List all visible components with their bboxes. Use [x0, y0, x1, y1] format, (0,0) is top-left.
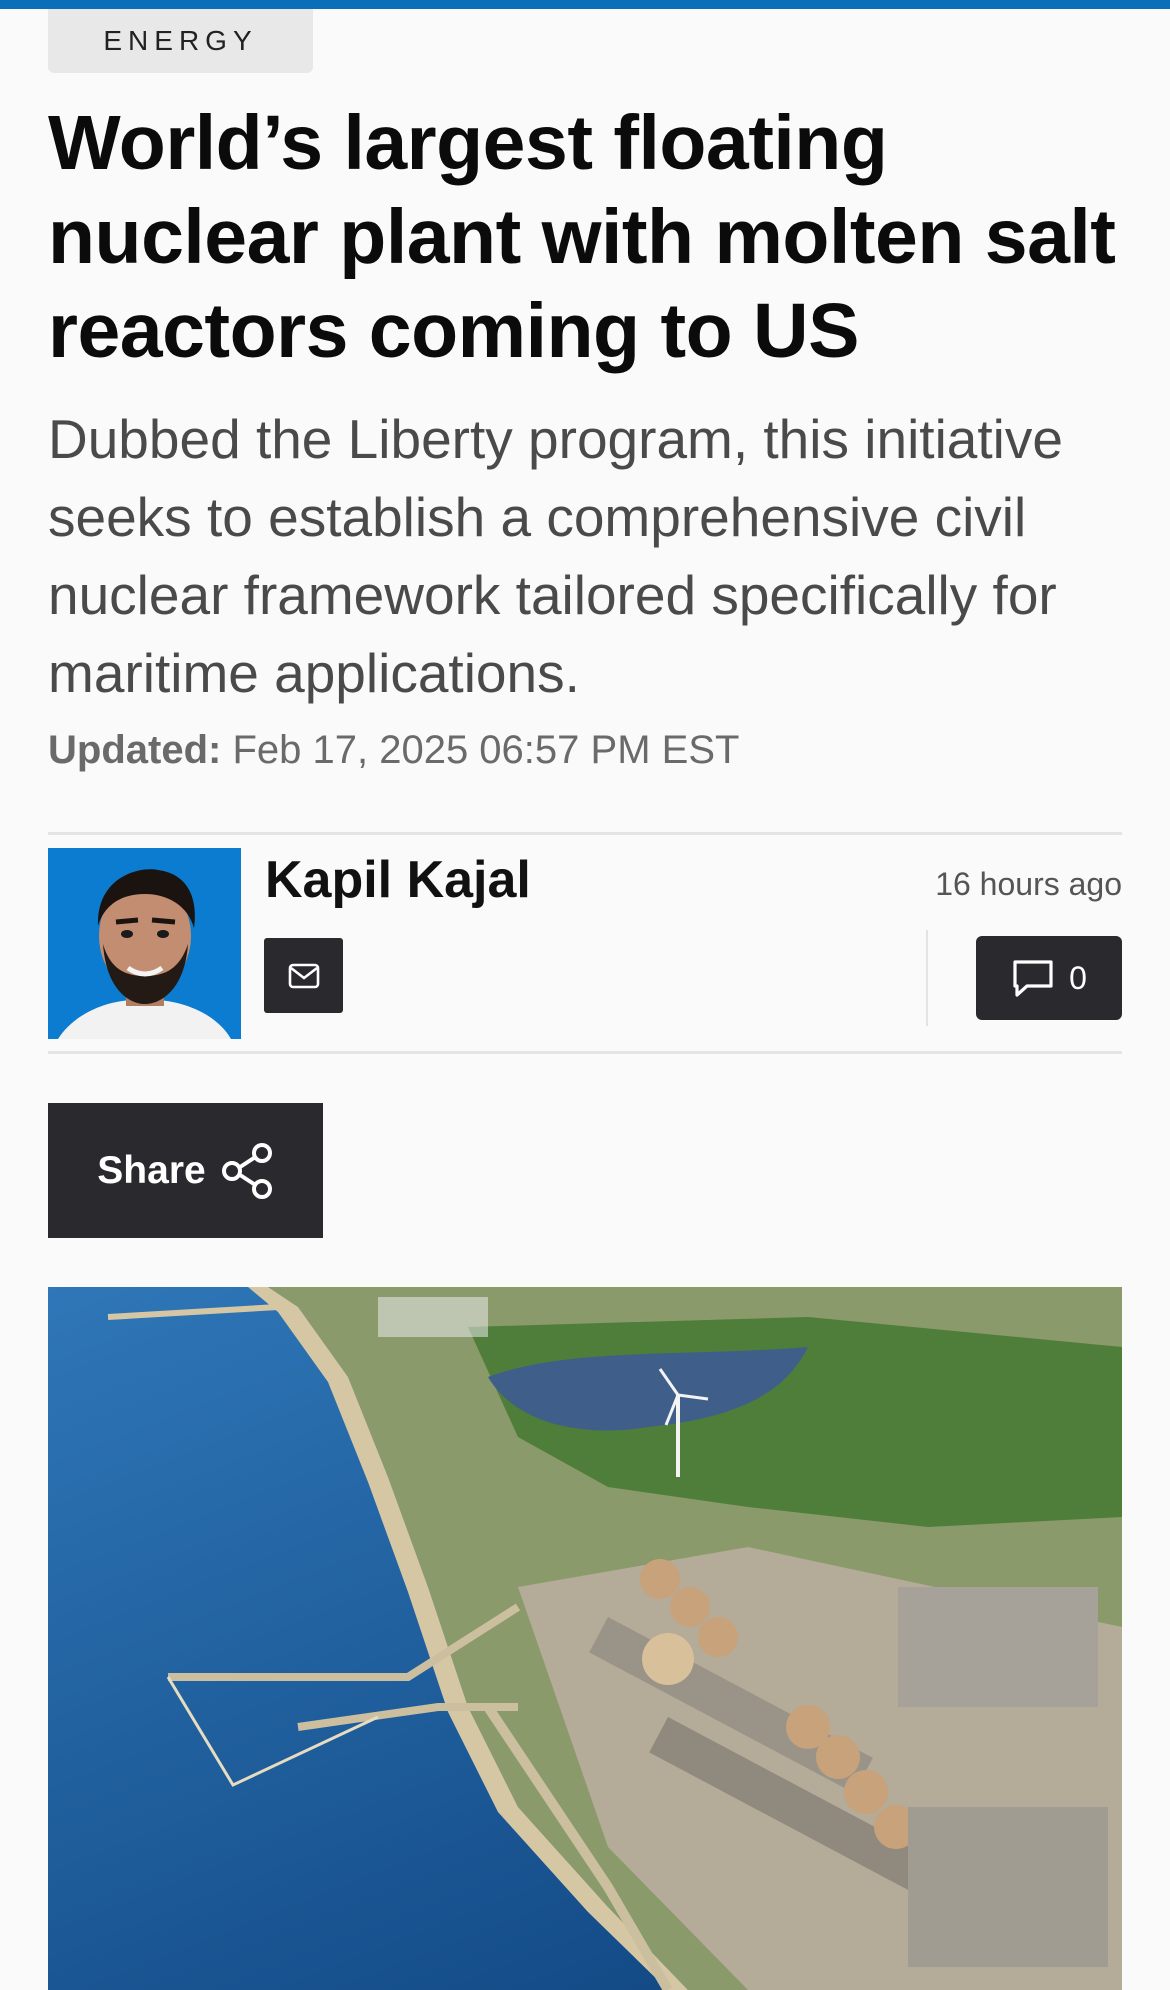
vertical-divider: [926, 930, 928, 1026]
posted-time: 16 hours ago: [935, 866, 1122, 902]
accent-bar: [0, 0, 1170, 9]
article-headline: World’s largest floating nuclear plant w…: [48, 100, 1116, 374]
comments-button[interactable]: 0: [976, 936, 1122, 1020]
share-icon: [221, 1142, 272, 1199]
updated-label: Updated:: [48, 728, 222, 772]
aerial-photo: [48, 1287, 1122, 1990]
category-label: ENERGY: [103, 25, 258, 56]
author-avatar[interactable]: [48, 848, 241, 1039]
comment-count: 0: [1069, 959, 1087, 996]
article-page: ENERGY World’s largest floating nuclear …: [0, 0, 1170, 1990]
author-name[interactable]: Kapil Kajal: [265, 850, 531, 910]
divider: [48, 1051, 1122, 1054]
divider: [48, 832, 1122, 835]
comment-icon: [1013, 960, 1053, 997]
updated-line: Updated: Feb 17, 2025 06:57 PM EST: [48, 728, 739, 773]
category-badge[interactable]: ENERGY: [48, 9, 313, 73]
updated-value: Feb 17, 2025 06:57 PM EST: [232, 728, 740, 772]
article-dek: Dubbed the Liberty program, this initiat…: [48, 408, 1063, 704]
avatar-photo: [48, 848, 241, 1039]
hero-image-nuclear-plant: [48, 1287, 1122, 1990]
share-label: Share: [97, 1148, 206, 1192]
mail-icon: [288, 963, 319, 988]
email-author-button[interactable]: [264, 938, 343, 1013]
share-button[interactable]: Share: [48, 1103, 323, 1238]
